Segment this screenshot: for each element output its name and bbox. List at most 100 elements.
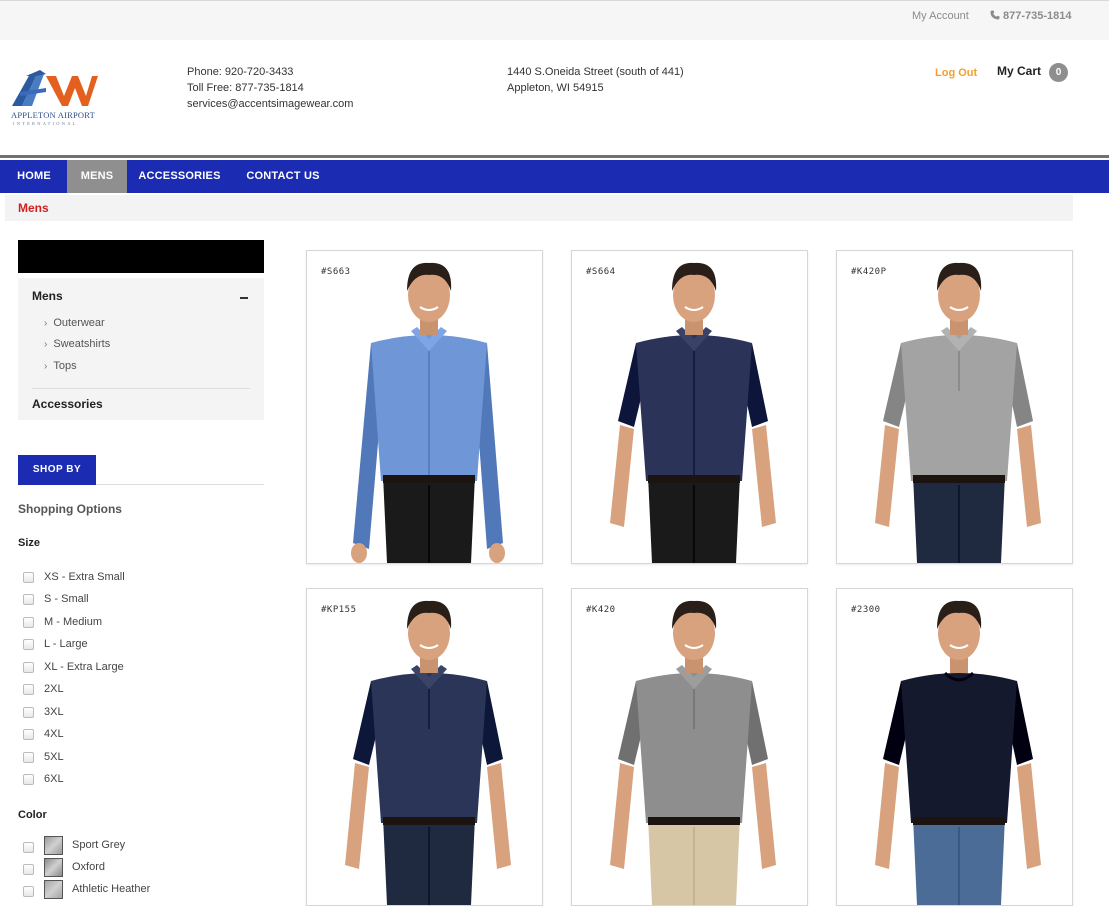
product-image [610, 600, 776, 905]
product-card[interactable]: #S664 [571, 250, 808, 564]
product-card[interactable]: #K420P [836, 250, 1073, 564]
model-arm-right [1017, 763, 1041, 869]
color-checkbox[interactable] [23, 864, 34, 875]
size-checkbox[interactable] [23, 639, 34, 650]
contact-email[interactable]: services@accentsimagewear.com [187, 96, 353, 112]
size-label: M - Medium [44, 616, 103, 628]
model-belt [648, 817, 740, 825]
breadcrumb-current: Mens [18, 201, 49, 215]
sidebar-header-bar [18, 240, 264, 273]
cart-count-badge[interactable]: 0 [1049, 63, 1068, 82]
address-line-1: 1440 S.Oneida Street (south of 441) [507, 66, 684, 78]
model-hand-right [489, 543, 505, 563]
model-belt [913, 817, 1005, 825]
size-label: 6XL [44, 773, 64, 785]
color-label: Sport Grey [72, 839, 126, 851]
site-logo[interactable]: APPLETON AIRPORT INTERNATIONAL [6, 66, 98, 130]
size-label: 2XL [44, 683, 64, 695]
category-menu: Mens › Outerwear › Sweatshirts › Tops Acces… [18, 278, 264, 420]
category-mens[interactable]: Mens [32, 289, 63, 303]
size-checkbox[interactable] [23, 707, 34, 718]
product-card[interactable]: #K420 [571, 588, 808, 906]
model-belt [913, 475, 1005, 483]
product-image [875, 600, 1041, 905]
chevron-right-icon: › [44, 361, 48, 372]
model-belt [648, 475, 740, 483]
product-image [345, 600, 511, 905]
size-checkbox[interactable] [23, 662, 34, 673]
product-sku: #KP155 [321, 605, 357, 615]
product-card[interactable]: #KP155 [306, 588, 543, 906]
color-swatch[interactable] [44, 880, 63, 899]
shop-by-tab[interactable]: SHOP BY [18, 455, 96, 485]
product-sku: #2300 [851, 605, 881, 615]
model-arm-right [752, 425, 776, 527]
site-header: APPLETON AIRPORT INTERNATIONAL Phone: 92… [0, 40, 1109, 158]
size-label: 5XL [44, 751, 64, 763]
product-sku: #K420 [586, 605, 616, 615]
product-card[interactable]: #2300 [836, 588, 1073, 906]
color-filter-heading: Color [18, 809, 47, 821]
collapse-minus-icon[interactable] [240, 297, 248, 299]
nav-home[interactable]: HOME [0, 160, 68, 193]
logo-mark-icon [12, 70, 98, 106]
product-image [351, 262, 505, 563]
size-label: 4XL [44, 728, 64, 740]
subcategory-label: Outerwear [53, 317, 105, 329]
main-nav: HOME MENS ACCESSORIES CONTACT US [0, 160, 1109, 193]
model-shirt [901, 673, 1017, 823]
size-filter-heading: Size [18, 537, 41, 549]
breadcrumb: Mens [5, 195, 1073, 221]
subcategory-tops[interactable]: › Tops [44, 360, 77, 372]
model-belt [383, 817, 475, 825]
logout-link[interactable]: Log Out [935, 67, 977, 79]
color-checkbox[interactable] [23, 842, 34, 853]
model-arm-right [487, 763, 511, 869]
size-label: XL - Extra Large [44, 661, 124, 673]
subcategory-sweatshirts[interactable]: › Sweatshirts [44, 338, 110, 350]
color-checkbox[interactable] [23, 886, 34, 897]
product-image [875, 262, 1041, 563]
model-belt [383, 475, 475, 483]
model-arm-right [1017, 425, 1041, 527]
model-arm-left [345, 763, 369, 869]
shopping-options-heading: Shopping Options [18, 502, 122, 516]
nav-contact-us[interactable]: CONTACT US [232, 160, 334, 193]
size-checkbox[interactable] [23, 594, 34, 605]
size-checkbox[interactable] [23, 729, 34, 740]
size-checkbox[interactable] [23, 572, 34, 583]
nav-accessories[interactable]: ACCESSORIES [127, 160, 232, 193]
category-divider [32, 388, 250, 389]
size-checkbox[interactable] [23, 774, 34, 785]
logo-text: APPLETON AIRPORT [11, 110, 96, 120]
my-cart-link[interactable]: My Cart [997, 64, 1041, 78]
phone-icon [990, 10, 1000, 20]
size-checkbox[interactable] [23, 617, 34, 628]
model-arm-left [875, 763, 899, 869]
color-swatch[interactable] [44, 858, 63, 877]
size-label: L - Large [44, 638, 88, 650]
product-sku: #S664 [586, 267, 616, 277]
subcategory-outerwear[interactable]: › Outerwear [44, 317, 105, 329]
color-label: Athletic Heather [72, 883, 151, 895]
contact-tollfree: Toll Free: 877-735-1814 [187, 82, 304, 94]
address-line-2: Appleton, WI 54915 [507, 82, 604, 94]
store-address: 1440 S.Oneida Street (south of 441) Appl… [507, 64, 684, 96]
size-checkbox[interactable] [23, 684, 34, 695]
category-accessories[interactable]: Accessories [32, 397, 103, 411]
chevron-right-icon: › [44, 339, 48, 350]
my-account-link[interactable]: My Account [912, 10, 969, 22]
color-swatch[interactable] [44, 836, 63, 855]
logo-subtext: INTERNATIONAL [13, 121, 78, 126]
model-hand-left [351, 543, 367, 563]
subcategory-label: Tops [53, 360, 77, 372]
size-label: 3XL [44, 706, 64, 718]
model-arm-left [875, 425, 899, 527]
contact-info: Phone: 920-720-3433 Toll Free: 877-735-1… [187, 64, 353, 112]
nav-mens[interactable]: MENS [67, 160, 127, 193]
model-arm-left [610, 425, 634, 527]
size-label: S - Small [44, 593, 89, 605]
top-phone: 877-735-1814 [990, 10, 1072, 22]
size-checkbox[interactable] [23, 752, 34, 763]
product-card[interactable]: #S663 [306, 250, 543, 564]
